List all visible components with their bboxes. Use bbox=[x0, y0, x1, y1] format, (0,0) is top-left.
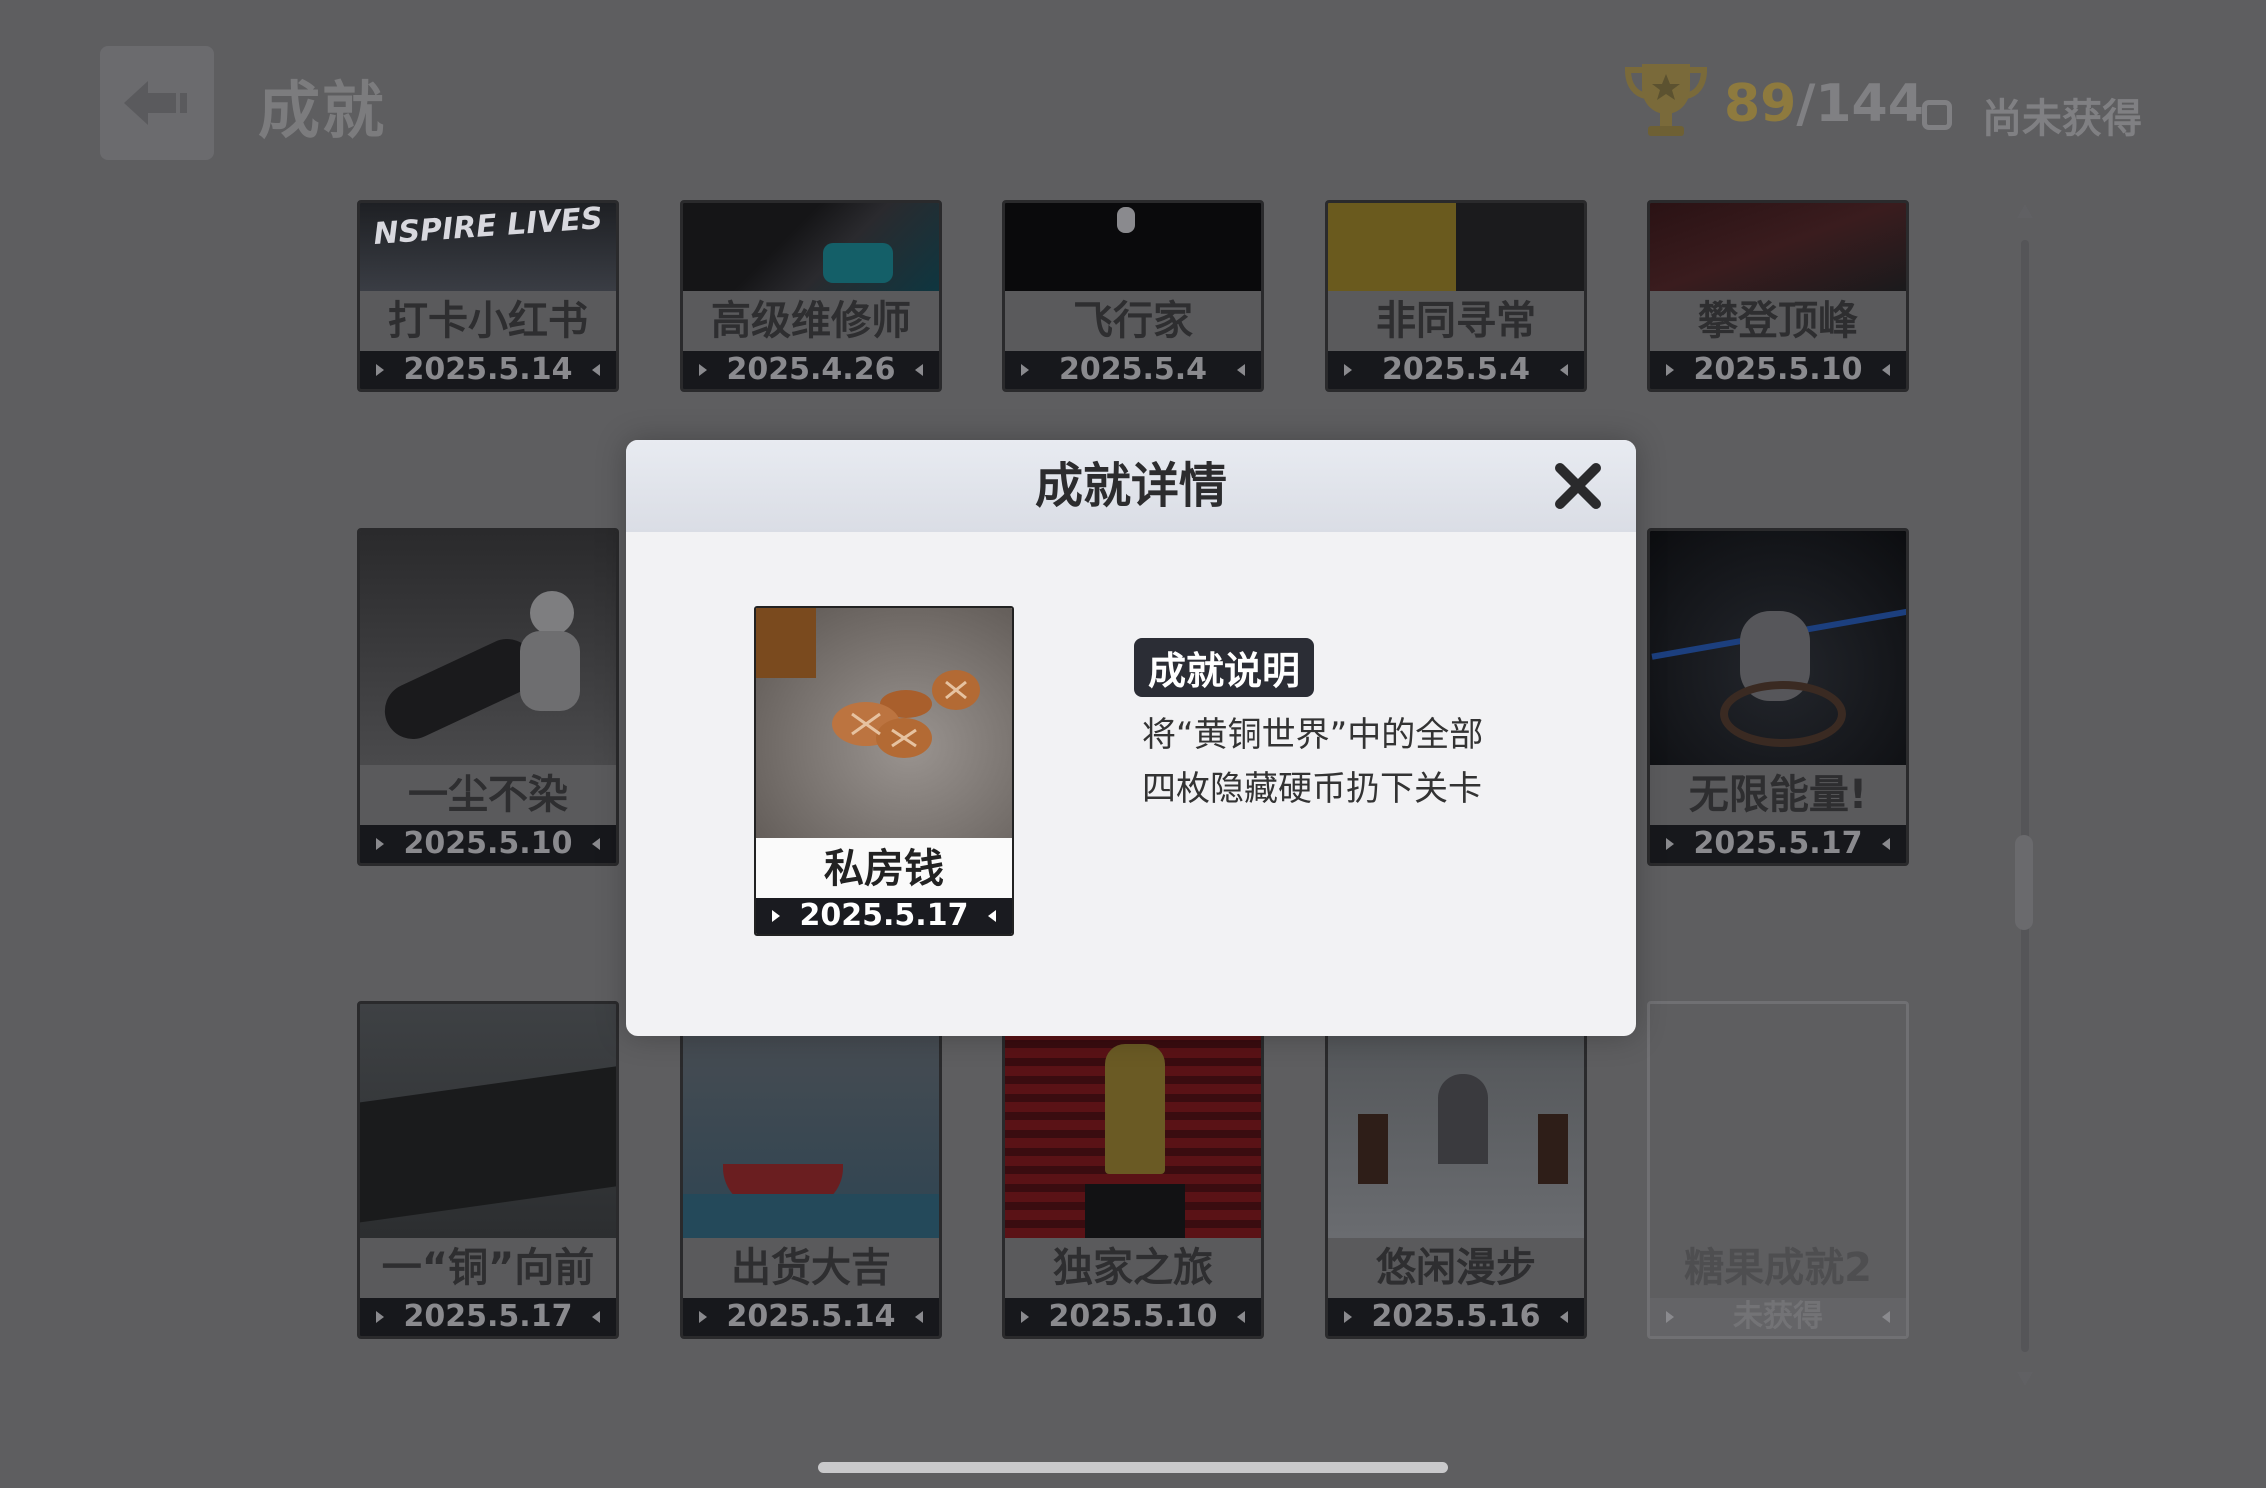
achievement-thumbnail bbox=[1328, 203, 1584, 291]
achievement-date: 2025.5.14 bbox=[360, 351, 616, 389]
achievement-date: 2025.5.10 bbox=[1650, 351, 1906, 389]
achievement-card[interactable]: 非同寻常 2025.5.4 bbox=[1325, 200, 1587, 392]
achievement-card[interactable]: 出货大吉 2025.5.14 bbox=[680, 1001, 942, 1339]
achievement-card[interactable]: 飞行家 2025.5.4 bbox=[1002, 200, 1264, 392]
description-line-1: 将“黄铜世界”中的全部 bbox=[1142, 715, 1484, 755]
achievement-card[interactable]: NSPIRE LIVES 打卡小红书 2025.5.14 bbox=[357, 200, 619, 392]
back-arrow-icon bbox=[124, 81, 187, 125]
achievement-name: 一尘不染 bbox=[360, 765, 616, 825]
coin-icon bbox=[832, 670, 980, 758]
achievement-name: 非同寻常 bbox=[1328, 291, 1584, 351]
detail-achievement-card: 私房钱 2025.5.17 bbox=[754, 606, 1014, 936]
achievement-date: 2025.5.4 bbox=[1005, 351, 1261, 389]
achievement-thumbnail bbox=[360, 1004, 616, 1238]
achievement-progress: 89/144 bbox=[1724, 74, 1924, 134]
page-title: 成就 bbox=[258, 74, 387, 147]
achievement-date: 2025.4.26 bbox=[683, 351, 939, 389]
unobtained-filter-label: 尚未获得 bbox=[1982, 96, 2142, 142]
achievement-thumbnail bbox=[360, 531, 616, 765]
description-line-2: 四枚隐藏硬币扔下关卡 bbox=[1142, 769, 1482, 809]
achievement-thumbnail bbox=[683, 203, 939, 291]
achievement-name: 攀登顶峰 bbox=[1650, 291, 1906, 351]
achievement-date: 2025.5.10 bbox=[360, 825, 616, 863]
achievement-card-locked[interactable]: 糖果成就2 未获得 bbox=[1647, 1001, 1909, 1339]
achievement-name: 独家之旅 bbox=[1005, 1238, 1261, 1298]
achievement-date: 2025.5.10 bbox=[1005, 1298, 1261, 1336]
achievement-date: 2025.5.16 bbox=[1328, 1298, 1584, 1336]
achievement-card[interactable]: 一“铜”向前 2025.5.17 bbox=[357, 1001, 619, 1339]
description-label: 成就说明 bbox=[1134, 638, 1315, 697]
achievement-thumbnail bbox=[1005, 1004, 1261, 1238]
achievement-thumbnail bbox=[1650, 531, 1906, 765]
achievement-name: 糖果成就2 bbox=[1650, 1238, 1906, 1298]
achievement-thumbnail bbox=[683, 1004, 939, 1238]
achievement-date: 2025.5.17 bbox=[360, 1298, 616, 1336]
achievement-name: 一“铜”向前 bbox=[360, 1238, 616, 1298]
achievement-name: 飞行家 bbox=[1005, 291, 1261, 351]
achievement-thumbnail-empty bbox=[1650, 1004, 1906, 1238]
achievement-date: 2025.5.17 bbox=[1650, 825, 1906, 863]
home-indicator[interactable] bbox=[818, 1462, 1448, 1473]
detail-achievement-thumbnail bbox=[756, 608, 1012, 838]
unobtained-filter[interactable]: 尚未获得 bbox=[1922, 86, 2142, 144]
unobtained-checkbox[interactable] bbox=[1922, 100, 1952, 130]
trophy-icon bbox=[1624, 64, 1708, 136]
achievement-card[interactable]: 无限能量! 2025.5.17 bbox=[1647, 528, 1909, 866]
progress-total: /144 bbox=[1796, 74, 1924, 134]
achievement-card[interactable]: 独家之旅 2025.5.10 bbox=[1002, 1001, 1264, 1339]
achievement-thumbnail bbox=[1650, 203, 1906, 291]
scrollbar-track[interactable] bbox=[2021, 240, 2029, 1352]
scrollbar-thumb[interactable] bbox=[2015, 835, 2033, 930]
thumbnail-banner-text: NSPIRE LIVES bbox=[372, 203, 604, 252]
close-icon[interactable] bbox=[1552, 460, 1604, 512]
back-button[interactable] bbox=[100, 46, 214, 160]
dialog-title: 成就详情 bbox=[1034, 458, 1227, 514]
detail-achievement-date: 2025.5.17 bbox=[756, 898, 1012, 934]
achievement-name: 悠闲漫步 bbox=[1328, 1238, 1584, 1298]
achievement-name: 无限能量! bbox=[1650, 765, 1906, 825]
scroll-up-arrow[interactable] bbox=[2017, 204, 2033, 218]
achievement-description: 将“黄铜世界”中的全部 四枚隐藏硬币扔下关卡 bbox=[1142, 708, 1562, 816]
achievement-date: 未获得 bbox=[1650, 1298, 1906, 1336]
achievement-card[interactable]: 高级维修师 2025.4.26 bbox=[680, 200, 942, 392]
progress-current: 89 bbox=[1724, 74, 1797, 134]
achievement-card[interactable]: 悠闲漫步 2025.5.16 bbox=[1325, 1001, 1587, 1339]
achievement-name: 出货大吉 bbox=[683, 1238, 939, 1298]
achievement-thumbnail bbox=[1005, 203, 1261, 291]
achievement-card[interactable]: 一尘不染 2025.5.10 bbox=[357, 528, 619, 866]
achievement-date: 2025.5.4 bbox=[1328, 351, 1584, 389]
dialog-header: 成就详情 bbox=[626, 440, 1636, 532]
scroll-down-arrow[interactable] bbox=[2017, 1372, 2033, 1386]
achievement-date: 2025.5.14 bbox=[683, 1298, 939, 1336]
detail-achievement-name: 私房钱 bbox=[756, 838, 1012, 898]
achievement-name: 高级维修师 bbox=[683, 291, 939, 351]
achievement-name: 打卡小红书 bbox=[360, 291, 616, 351]
achievement-detail-dialog: 成就详情 私房钱 2025.5.17 成就说明 将“黄铜世界”中的全部 四枚隐藏… bbox=[626, 440, 1636, 1036]
achievement-thumbnail bbox=[1328, 1004, 1584, 1238]
achievement-card[interactable]: 攀登顶峰 2025.5.10 bbox=[1647, 200, 1909, 392]
achievement-thumbnail: NSPIRE LIVES bbox=[360, 203, 616, 291]
